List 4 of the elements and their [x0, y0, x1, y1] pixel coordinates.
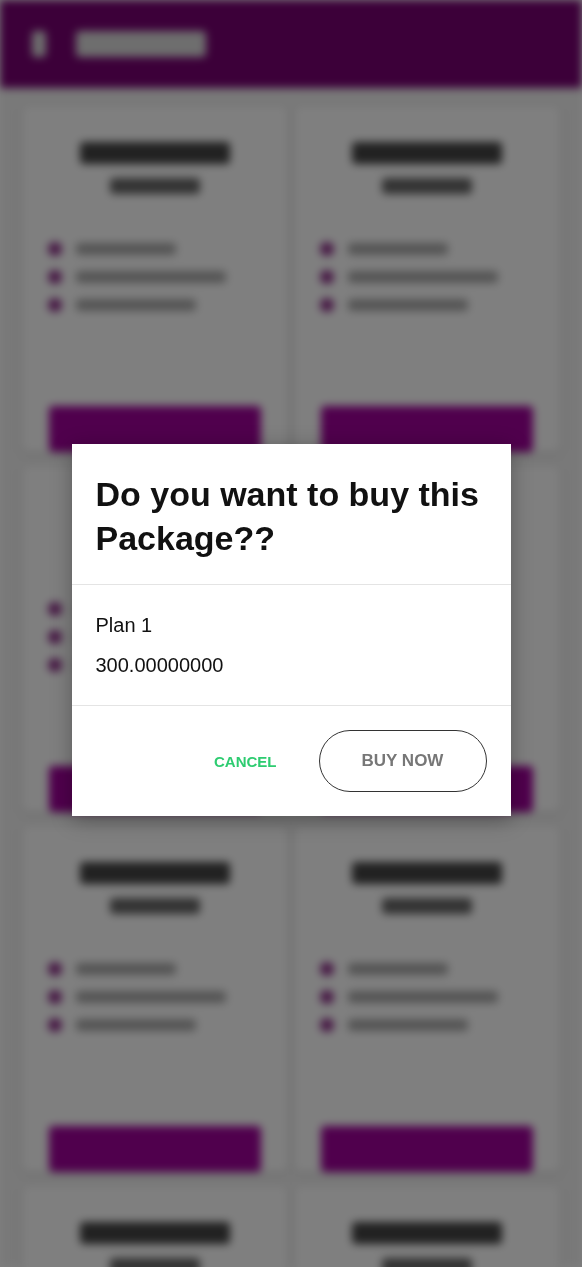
dialog-text: Plan 1 [95, 613, 154, 637]
buy-now-button[interactable]: BUY NOW [318, 730, 487, 792]
dialog-title: Do you want to buy this Package?? [71, 444, 511, 585]
dialog-text: 300.00000000 [95, 653, 225, 677]
